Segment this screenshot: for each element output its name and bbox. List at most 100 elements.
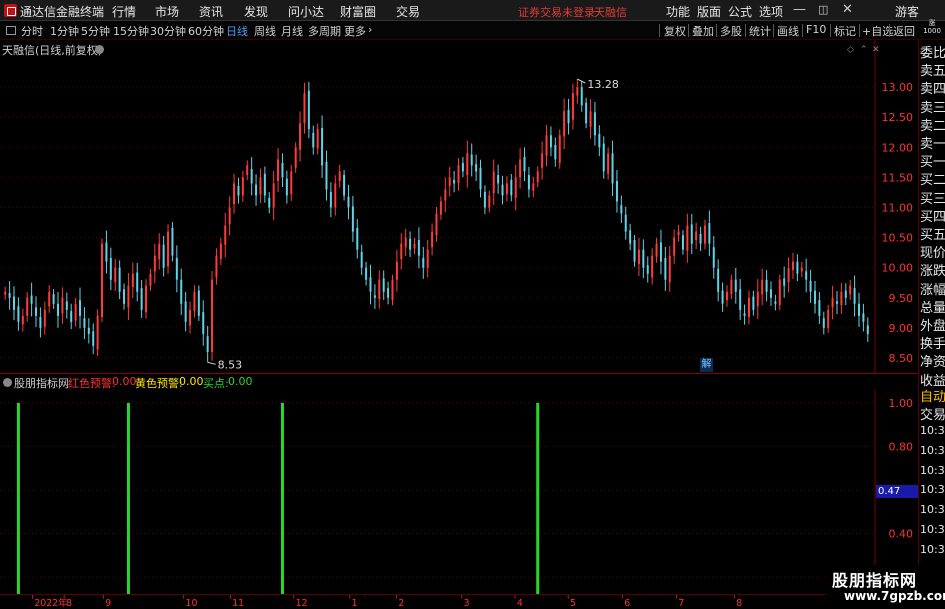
f10-button[interactable]: F10 [806,23,826,36]
quote-field-label[interactable]: 交易 [920,404,945,423]
candle-body [404,237,407,248]
candle-body [695,231,698,240]
candle-body [26,297,29,316]
period-multi[interactable]: 多周期 [308,23,341,39]
quote-field-label: 卖五 [920,64,945,80]
date-tick-label: 5 [570,598,576,609]
minimize-icon[interactable]: — [793,2,806,17]
period-30min[interactable]: 30分钟 [150,23,186,39]
diamond-icon[interactable]: ◇ [847,45,854,55]
period-more[interactable]: 更多 [344,23,366,39]
candle-body [637,249,640,265]
unlock-badge[interactable]: 解 [700,358,713,372]
candle-body [651,255,654,278]
candle-body [435,213,438,236]
period-15min[interactable]: 15分钟 [113,23,149,39]
candle-body [417,240,420,256]
window-icon[interactable] [6,26,16,35]
candle-body [470,154,473,166]
quote-field-label[interactable]: 自动 [920,386,945,405]
candle-body [708,223,711,244]
candlestick-chart[interactable]: 13.00 12.50 12.00 11.50 11.00 10.50 10.00 9.50 9… [0,40,918,373]
menu-discover[interactable]: 发现 [244,3,268,20]
menu-layout[interactable]: 版面 [697,3,721,20]
quote-field-label: 卖四 [920,82,945,98]
menu-news[interactable]: 资讯 [199,3,223,20]
quote-field-label: 买一 [920,155,945,171]
maximize-icon[interactable]: ◫ [818,3,828,16]
candle-body [774,301,777,304]
chevron-up-icon[interactable]: ⌃ [860,45,868,55]
menu-market[interactable]: 市场 [155,3,179,20]
candle-body [145,285,148,313]
menu-functions[interactable]: 功能 [666,3,690,20]
candle-body [673,237,676,256]
period-5min[interactable]: 5分钟 [81,23,110,39]
candle-body [483,191,486,208]
candle-body [237,185,240,196]
watermark-title: 股朋指标网 [832,571,918,590]
candle-body [74,303,77,321]
candle-body [30,295,33,304]
back-button[interactable]: 返回 [893,23,915,39]
indicator-settings-icon[interactable] [3,378,12,387]
period-daily[interactable]: 日线 [226,23,248,39]
candle-body [61,297,64,314]
quote-field-label: 外盘 [920,319,945,334]
candle-body [193,291,196,312]
menu-trade[interactable]: 交易 [396,3,420,20]
candle-body [796,261,799,274]
mark-button[interactable]: 标记 [834,23,856,39]
menu-market-quotes[interactable]: 行情 [112,3,136,20]
date-tick-label: 6 [624,598,630,609]
price-tick-label: 11.50 [882,171,914,184]
candle-body [541,153,544,168]
candle-body [659,242,662,262]
adjust-button[interactable]: 复权 [664,23,686,39]
candle-body [316,129,319,149]
period-weekly[interactable]: 周线 [254,23,276,39]
menu-assistant[interactable]: 问小达 [288,3,324,20]
candle-body [791,261,794,271]
pane-separator[interactable] [0,373,918,374]
candle-body [378,279,381,299]
candle-body [549,135,552,148]
guest-user-label[interactable]: 游客 [895,3,919,20]
period-monthly[interactable]: 月线 [281,23,303,39]
candle-body [338,171,341,182]
period-intraday[interactable]: 分时 [21,23,43,39]
menu-options[interactable]: 选项 [759,3,783,20]
candle-body [479,167,482,190]
statistics-button[interactable]: 统计 [749,23,771,39]
candle-body [703,225,706,244]
draw-line-button[interactable]: 画线 [777,23,799,39]
candle-body [827,309,830,328]
candle-body [351,206,354,232]
toolbar-divider [802,24,803,37]
period-1min[interactable]: 1分钟 [50,23,79,39]
overlay-button[interactable]: 叠加 [692,23,714,39]
login-status-warning[interactable]: 证券交易未登录 [518,4,595,20]
candle-body [43,309,46,327]
settings-dot-icon[interactable] [95,45,104,54]
candle-body [290,171,293,195]
indicator-name[interactable]: 股朋指标网 [14,375,69,391]
period-60min[interactable]: 60分钟 [188,23,224,39]
trade-time: 10:33 [920,503,945,517]
quote-field-label: 涨幅 [920,282,945,298]
candle-body [329,191,332,208]
current-stock-name: 天融信 [594,6,627,19]
close-icon[interactable]: ✕ [842,2,853,17]
menu-wealth-circle[interactable]: 财富圈 [340,3,376,20]
candle-body [668,255,671,283]
quote-field-label: 买三 [920,191,945,207]
candle-body [131,273,134,287]
multi-stock-button[interactable]: 多股 [720,23,742,39]
candle-body [624,214,627,232]
close-small-icon[interactable]: ✕ [872,45,880,55]
menu-formula[interactable]: 公式 [728,3,752,20]
low-marker-line [207,361,216,365]
chevron-right-icon[interactable]: › [368,23,372,36]
indicator-chart[interactable]: 1.000.800.600.400.20 [0,390,918,594]
candle-body [162,244,165,268]
